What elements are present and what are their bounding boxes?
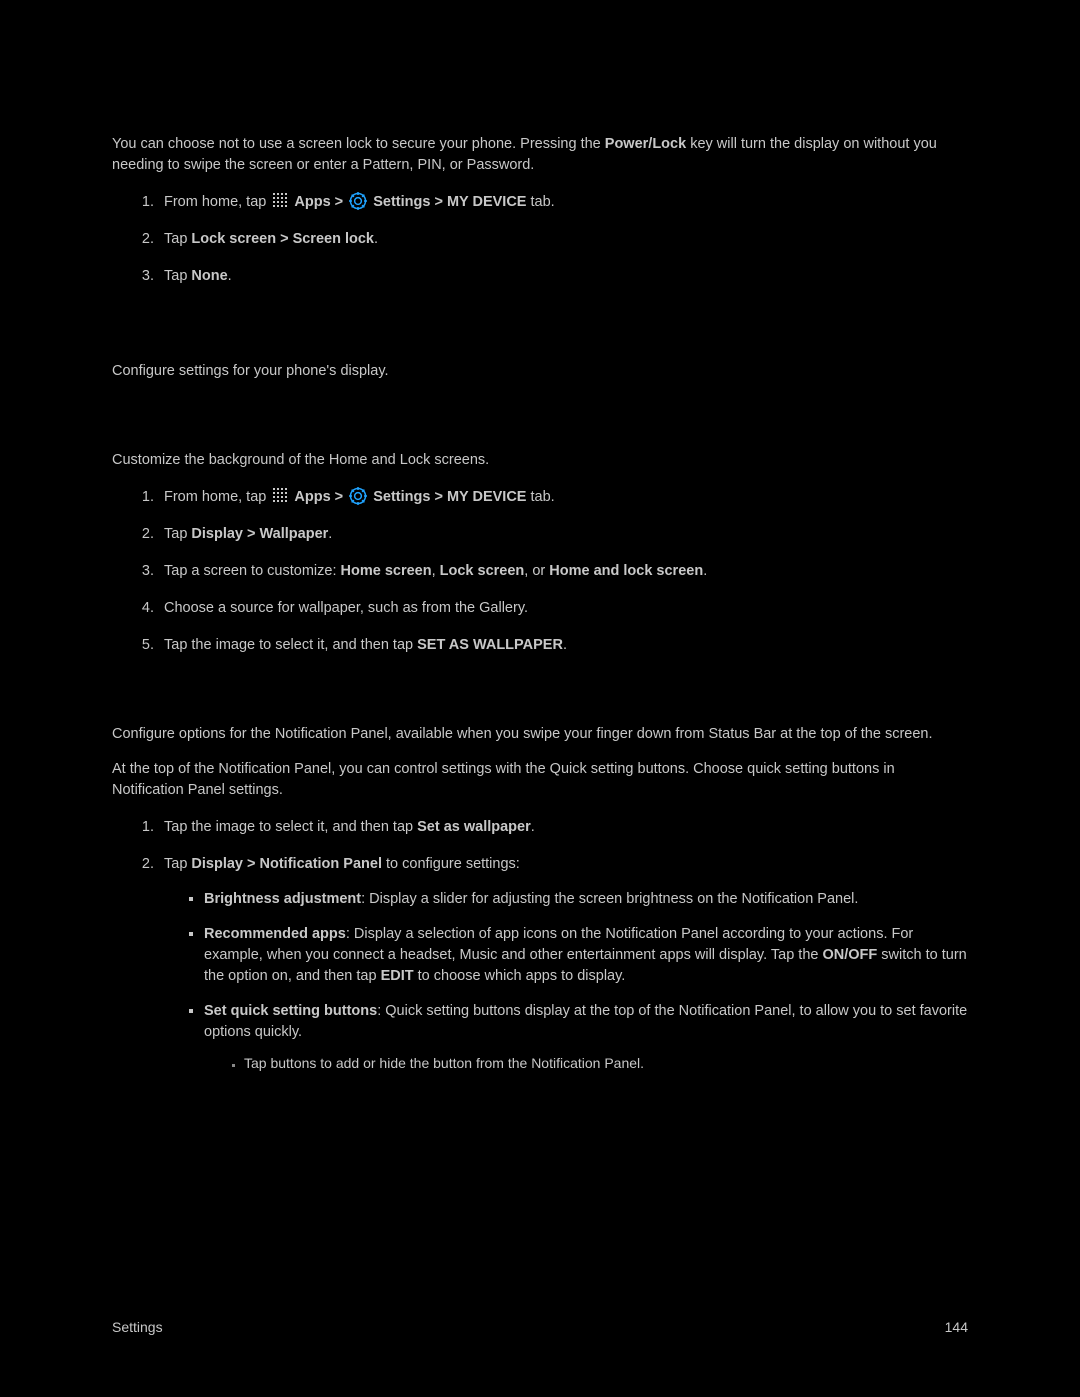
- display-settings-desc: Configure settings for your phone's disp…: [112, 361, 968, 382]
- list-item: Tap Lock screen > Screen lock.: [158, 229, 968, 250]
- on-off-switch-label: ON/OFF: [823, 947, 878, 963]
- list-item: Tap the image to select it, and then tap…: [158, 817, 968, 838]
- list-item: From home, tap Apps > Settings > MY DEVI…: [158, 192, 968, 213]
- lock-screen-path: Lock screen > Screen lock: [191, 231, 374, 247]
- list-item: Tap None.: [158, 266, 968, 287]
- set-quick-setting-label: Set quick setting buttons: [204, 1003, 377, 1019]
- edit-button-label: EDIT: [381, 968, 414, 984]
- list-item: Set quick setting buttons: Quick setting…: [204, 1001, 968, 1073]
- none-steps-list: From home, tap Apps > Settings > MY DEVI…: [158, 192, 968, 287]
- none-option: None: [191, 268, 227, 284]
- notif-steps-list: Tap the image to select it, and then tap…: [158, 817, 968, 1073]
- wallpaper-desc: Customize the background of the Home and…: [112, 450, 968, 471]
- apps-label: Apps: [294, 194, 330, 210]
- display-wallpaper-path: Display > Wallpaper: [191, 526, 328, 542]
- page-number: 144: [945, 1317, 968, 1337]
- notif-options-list: Brightness adjustment: Display a slider …: [204, 889, 968, 1073]
- notif-panel-p2: At the top of the Notification Panel, yo…: [112, 759, 968, 801]
- footer-section: Settings: [112, 1319, 163, 1335]
- settings-label: Settings: [373, 194, 430, 210]
- power-lock-key-label: Power/Lock: [605, 136, 686, 152]
- my-device-tab-label: MY DEVICE: [447, 194, 527, 210]
- list-item: Tap Display > Wallpaper.: [158, 524, 968, 545]
- settings-gear-icon: [349, 487, 367, 505]
- list-item: Tap the image to select it, and then tap…: [158, 635, 968, 656]
- quick-setting-sublist: Tap buttons to add or hide the button fr…: [244, 1053, 968, 1073]
- set-as-wallpaper-button-label: SET AS WALLPAPER: [417, 637, 563, 653]
- list-item: From home, tap Apps > Settings > MY DEVI…: [158, 487, 968, 508]
- recommended-apps-label: Recommended apps: [204, 926, 346, 942]
- brightness-adjustment-label: Brightness adjustment: [204, 891, 361, 907]
- list-item: Brightness adjustment: Display a slider …: [204, 889, 968, 910]
- list-item: Recommended apps: Display a selection of…: [204, 924, 968, 987]
- none-paragraph: You can choose not to use a screen lock …: [112, 134, 968, 176]
- page-footer: Settings 144: [112, 1317, 968, 1337]
- list-item: Tap Display > Notification Panel to conf…: [158, 854, 968, 1073]
- apps-grid-icon: [272, 487, 288, 503]
- list-item: Tap a screen to customize: Home screen, …: [158, 561, 968, 582]
- settings-gear-icon: [349, 192, 367, 210]
- list-item: Choose a source for wallpaper, such as f…: [158, 598, 968, 619]
- notif-panel-p1: Configure options for the Notification P…: [112, 724, 968, 745]
- display-notif-panel-path: Display > Notification Panel: [191, 856, 382, 872]
- list-item: Tap buttons to add or hide the button fr…: [244, 1053, 968, 1073]
- wallpaper-steps-list: From home, tap Apps > Settings > MY DEVI…: [158, 487, 968, 656]
- apps-grid-icon: [272, 192, 288, 208]
- manual-page: You can choose not to use a screen lock …: [0, 0, 1080, 1397]
